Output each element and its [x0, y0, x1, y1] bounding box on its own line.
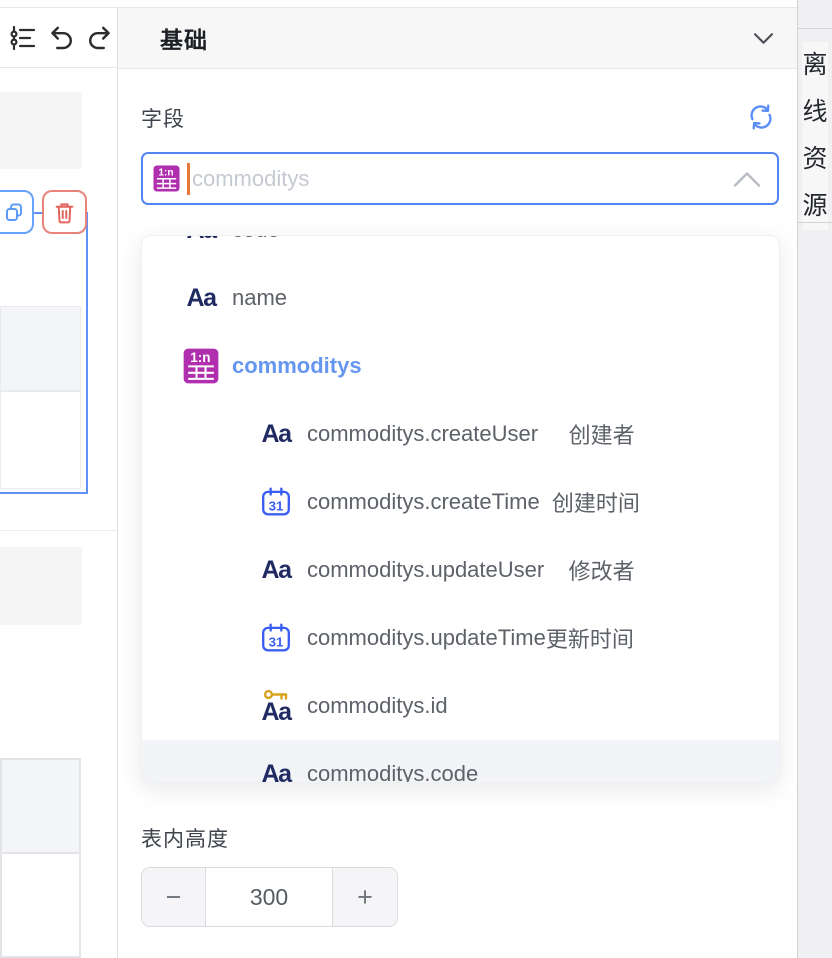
canvas-table-row-white	[0, 391, 81, 489]
text-caret	[187, 163, 190, 195]
list-item-label: commoditys.updateTime	[307, 625, 546, 651]
text-field-icon: Aa	[262, 700, 291, 725]
list-item-createtime[interactable]: 31 commoditys.createTime 创建时间	[142, 468, 779, 536]
svg-text:1:n: 1:n	[190, 350, 210, 365]
list-item-name[interactable]: Aa name	[142, 264, 779, 332]
list-item-cn-label: 创建者	[538, 418, 635, 450]
calendar-31-icon: 31	[260, 622, 292, 654]
list-item-cn-label: 修改者	[544, 554, 634, 586]
svg-text:31: 31	[269, 499, 284, 514]
outline-tree-icon	[7, 22, 37, 54]
field-select-input[interactable]: 1:n commoditys	[141, 152, 779, 205]
tab-offline-resources[interactable]: 离线资源	[802, 42, 828, 230]
canvas-divider	[0, 530, 117, 531]
list-item-cn-label: 创建时间	[540, 486, 640, 518]
list-item-label: code	[232, 235, 280, 243]
table-height-label: 表内高度	[141, 823, 229, 853]
text-field-icon: Aa	[262, 762, 291, 784]
list-item-label: commoditys.code	[307, 761, 478, 783]
svg-text:31: 31	[269, 635, 284, 650]
trash-icon	[54, 201, 75, 224]
redo-button[interactable]	[84, 20, 117, 56]
list-item-commoditys[interactable]: 1:n commoditys	[142, 332, 779, 400]
panel-section-basic[interactable]: 基础	[118, 8, 797, 69]
rail-divider	[798, 28, 832, 29]
text-field-icon: Aa	[262, 422, 291, 447]
text-field-icon: Aa	[262, 558, 291, 583]
copy-icon	[3, 201, 25, 223]
list-item-id[interactable]: Aa commoditys.id	[142, 672, 779, 740]
canvas-card-header	[2, 760, 79, 854]
chevron-up-icon[interactable]	[733, 172, 761, 187]
list-item-createuser[interactable]: Aa commoditys.createUser 创建者	[142, 400, 779, 468]
chevron-down-icon[interactable]	[754, 33, 773, 44]
canvas-table-row-gray	[0, 306, 81, 391]
list-item-label: commoditys	[232, 353, 362, 379]
decrement-button[interactable]: −	[142, 868, 206, 926]
field-dropdown: Aa code Aa name 1:n	[141, 235, 780, 783]
properties-panel: 基础 字段 1:n commo	[117, 8, 797, 958]
delete-component-button[interactable]	[42, 190, 87, 234]
list-item-code[interactable]: Aa commoditys.code	[142, 740, 779, 783]
list-item-code-partial[interactable]: Aa code	[142, 235, 779, 264]
one-to-n-table-icon: 1:n	[153, 165, 180, 192]
list-item-updatetime[interactable]: 31 commoditys.updateTime 更新时间	[142, 604, 779, 672]
rail-divider	[798, 222, 832, 223]
list-item-label: commoditys.createUser	[307, 421, 538, 447]
refresh-fields-button[interactable]	[746, 102, 776, 132]
increment-button[interactable]: +	[332, 868, 397, 926]
field-label: 字段	[141, 103, 185, 133]
list-item-cn-label: 更新时间	[546, 622, 634, 654]
list-item-label: name	[232, 285, 287, 311]
list-item-label: commoditys.id	[307, 693, 448, 719]
list-item-label: commoditys.updateUser	[307, 557, 544, 583]
undo-icon	[46, 23, 76, 53]
text-field-icon: Aa	[187, 235, 216, 243]
height-value-input[interactable]: 300	[206, 868, 332, 926]
undo-button[interactable]	[44, 20, 77, 56]
canvas-toolbar	[0, 8, 117, 68]
canvas-table-cell	[0, 547, 82, 625]
canvas-table-cell	[0, 92, 82, 169]
field-select-placeholder: commoditys	[192, 166, 309, 192]
list-item-updateuser[interactable]: Aa commoditys.updateUser 修改者	[142, 536, 779, 604]
right-rail: 离线资源	[797, 0, 832, 958]
refresh-icon	[746, 102, 776, 132]
panel-section-title: 基础	[160, 21, 208, 55]
field-dropdown-list: Aa code Aa name 1:n	[142, 235, 779, 783]
outline-tree-button[interactable]	[5, 20, 38, 56]
copy-component-button[interactable]	[0, 190, 34, 234]
one-to-n-table-icon: 1:n	[183, 348, 219, 384]
svg-text:1:n: 1:n	[158, 168, 173, 179]
table-height-stepper: − 300 +	[141, 867, 398, 927]
calendar-31-icon: 31	[260, 486, 292, 518]
text-field-icon: Aa	[187, 286, 216, 311]
canvas-card-component	[0, 758, 81, 958]
redo-icon	[85, 23, 115, 53]
list-item-label: commoditys.createTime	[307, 489, 540, 515]
